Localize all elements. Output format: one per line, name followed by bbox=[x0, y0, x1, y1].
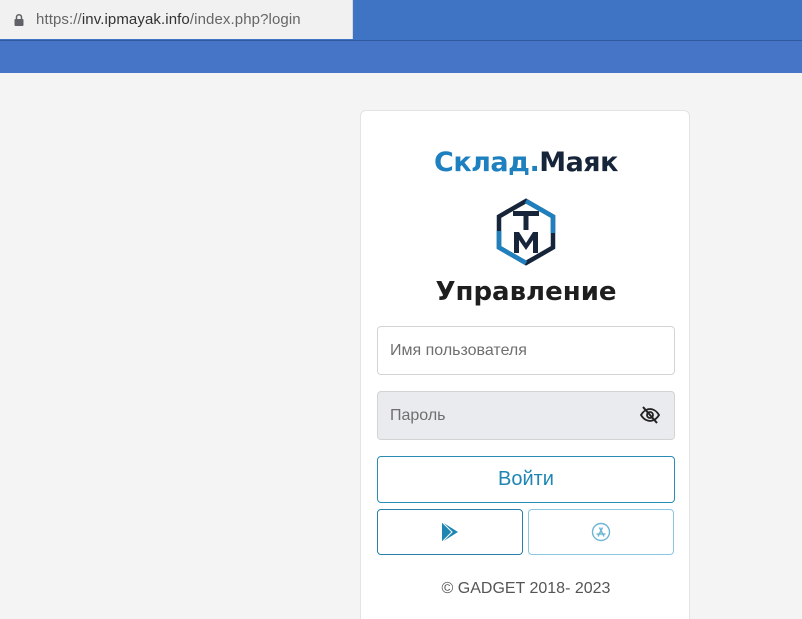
password-input[interactable] bbox=[377, 391, 675, 440]
browser-bar: https://inv.ipmayak.info/index.php?login bbox=[0, 0, 802, 40]
url-scheme: https:// bbox=[36, 11, 82, 28]
lock-icon bbox=[14, 13, 24, 26]
address-bar[interactable]: https://inv.ipmayak.info/index.php?login bbox=[0, 0, 353, 39]
page-title: Управление bbox=[435, 277, 617, 307]
app-store-button[interactable] bbox=[528, 509, 674, 555]
app-top-nav bbox=[0, 40, 802, 73]
brand-name: Склад.Маяк bbox=[361, 147, 691, 178]
eye-slash-icon[interactable] bbox=[639, 404, 661, 426]
url-text[interactable]: https://inv.ipmayak.info/index.php?login bbox=[36, 11, 301, 28]
app-store-icon bbox=[591, 522, 611, 542]
brand-part-2: Маяк bbox=[539, 147, 618, 178]
brand-part-1: Склад. bbox=[434, 147, 540, 178]
username-input[interactable] bbox=[377, 326, 675, 375]
login-button[interactable]: Войти bbox=[377, 456, 675, 503]
google-play-icon bbox=[441, 521, 458, 543]
url-domain: inv.ipmayak.info bbox=[81, 11, 190, 28]
login-card: Склад.Маяк Управление Войти © GADGET 201… bbox=[360, 110, 690, 619]
google-play-button[interactable] bbox=[377, 509, 523, 555]
hexagon-tm-logo-icon bbox=[496, 198, 556, 266]
url-path: /index.php?login bbox=[189, 11, 301, 28]
copyright-footer: © GADGET 2018- 2023 bbox=[441, 580, 611, 597]
